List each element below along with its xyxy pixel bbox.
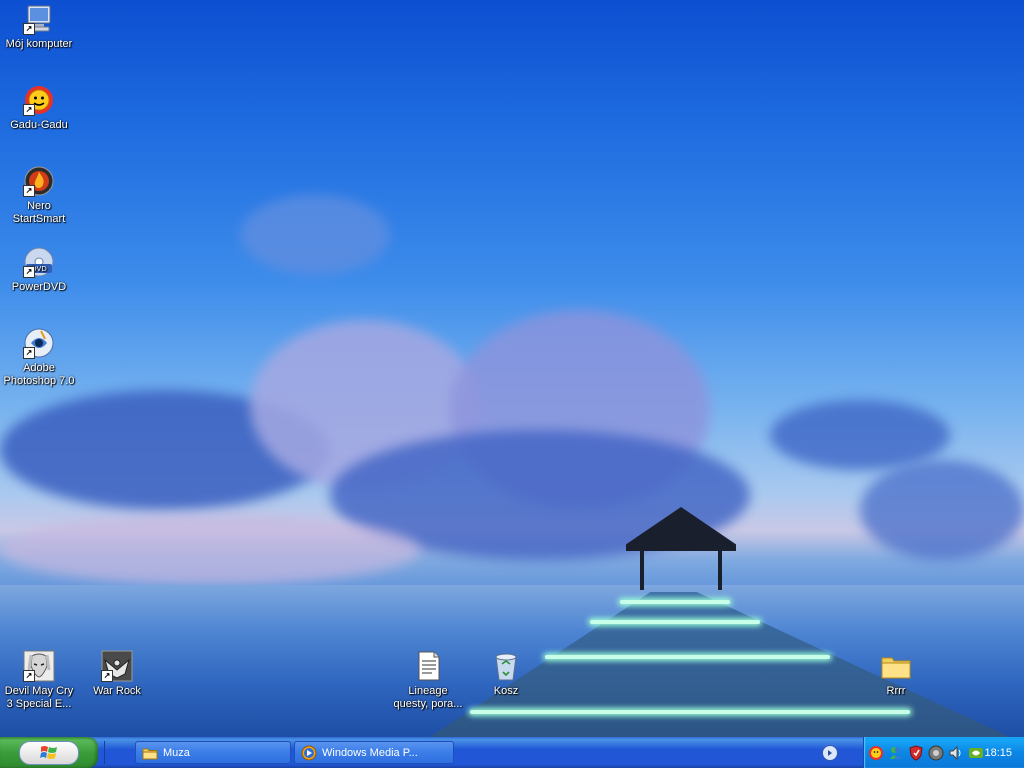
taskbar-button-label: Muza [163, 746, 190, 759]
desktop-icon-label: Gadu-Gadu [10, 119, 68, 131]
desktop-icon-folder-rrrr[interactable]: Rrrr [857, 650, 935, 698]
wallpaper-cloud [0, 515, 420, 585]
volume-tray-icon[interactable] [948, 745, 964, 761]
windows-logo-icon [40, 745, 57, 759]
computer-icon: ↗ [23, 3, 55, 35]
shortcut-arrow-icon: ↗ [23, 23, 35, 35]
folder-icon [142, 748, 158, 759]
gadu-gadu-sun-icon: ↗ [23, 84, 55, 116]
pier-light [620, 600, 730, 604]
wallpaper-cloud [770, 400, 950, 470]
quick-launch-separator [104, 741, 125, 764]
desktop-icon-label: PowerDVD [11, 281, 67, 293]
text-document-icon [412, 650, 444, 682]
desktop-icon-powerdvd[interactable]: DVD ↗ PowerDVD [0, 246, 78, 294]
wallpaper-hut-post [718, 550, 722, 590]
start-button-pill [19, 740, 79, 765]
taskbar-button-label: Windows Media P... [322, 746, 418, 759]
desktop-icon-label: Lineage questy, pora... [393, 685, 463, 710]
desktop-icon-label: Rrrr [886, 685, 906, 697]
powerdvd-disc-icon: DVD ↗ [23, 246, 55, 278]
devil-may-cry-icon: ↗ [23, 650, 55, 682]
shortcut-arrow-icon: ↗ [23, 266, 35, 278]
desktop-icon-recycle-bin[interactable]: Kosz [467, 650, 545, 698]
shortcut-arrow-icon: ↗ [101, 670, 113, 682]
clock[interactable]: 18:15 [984, 747, 1012, 759]
desktop-icon-lineage-text-file[interactable]: Lineage questy, pora... [389, 650, 467, 711]
taskbar-button-muza[interactable]: Muza [135, 741, 291, 764]
desktop[interactable]: ↗ Mój komputer ↗ Gadu-Gadu ↗ Nero StartS… [0, 0, 1024, 737]
desktop-icon-my-computer[interactable]: ↗ Mój komputer [0, 3, 78, 51]
desktop-icon-photoshop[interactable]: ↗ Adobe Photoshop 7.0 [0, 327, 78, 388]
network-tray-icon[interactable] [928, 745, 944, 761]
wallpaper-cloud [860, 460, 1024, 560]
shortcut-arrow-icon: ↗ [23, 670, 35, 682]
taskbar-button-windows-media-player[interactable]: Windows Media P... [294, 741, 454, 764]
desktop-icon-nero-startsmart[interactable]: ↗ Nero StartSmart [0, 165, 78, 226]
pier-light [470, 710, 910, 714]
taskbar-scroll-chevron-icon[interactable] [822, 745, 838, 761]
shortcut-arrow-icon: ↗ [23, 104, 35, 116]
start-button[interactable] [0, 737, 98, 768]
nero-flame-icon: ↗ [23, 165, 55, 197]
desktop-icon-label: Devil May Cry 3 Special E... [4, 685, 74, 710]
desktop-icon-gadu-gadu[interactable]: ↗ Gadu-Gadu [0, 84, 78, 132]
desktop-icon-label: War Rock [93, 685, 141, 697]
system-tray: 18:15 [863, 737, 1024, 768]
desktop-icon-label: Kosz [493, 685, 519, 697]
desktop-icon-label: Nero StartSmart [12, 200, 66, 225]
desktop-icon-label: Adobe Photoshop 7.0 [3, 362, 75, 387]
media-player-icon [301, 745, 317, 760]
pier-light [590, 620, 760, 624]
shortcut-arrow-icon: ↗ [23, 185, 35, 197]
war-rock-eagle-icon: ↗ [101, 650, 133, 682]
photoshop-eye-icon: ↗ [23, 327, 55, 359]
folder-icon [880, 650, 912, 682]
recycle-bin-icon [490, 650, 522, 682]
wallpaper-cloud [240, 195, 390, 275]
desktop-icon-war-rock[interactable]: ↗ War Rock [78, 650, 156, 698]
gadu-gadu-tray-icon[interactable] [868, 745, 884, 761]
desktop-icon-label: Mój komputer [5, 38, 73, 50]
shortcut-arrow-icon: ↗ [23, 347, 35, 359]
wallpaper-hut-post [640, 550, 644, 590]
desktop-icon-devil-may-cry[interactable]: ↗ Devil May Cry 3 Special E... [0, 650, 78, 711]
pier-light [545, 655, 830, 659]
antivirus-tray-icon[interactable] [908, 744, 924, 761]
messenger-tray-icon[interactable] [888, 745, 904, 761]
nvidia-tray-icon[interactable] [968, 745, 984, 761]
taskbar: Muza Windows Media P... 18:15 [0, 737, 1024, 768]
